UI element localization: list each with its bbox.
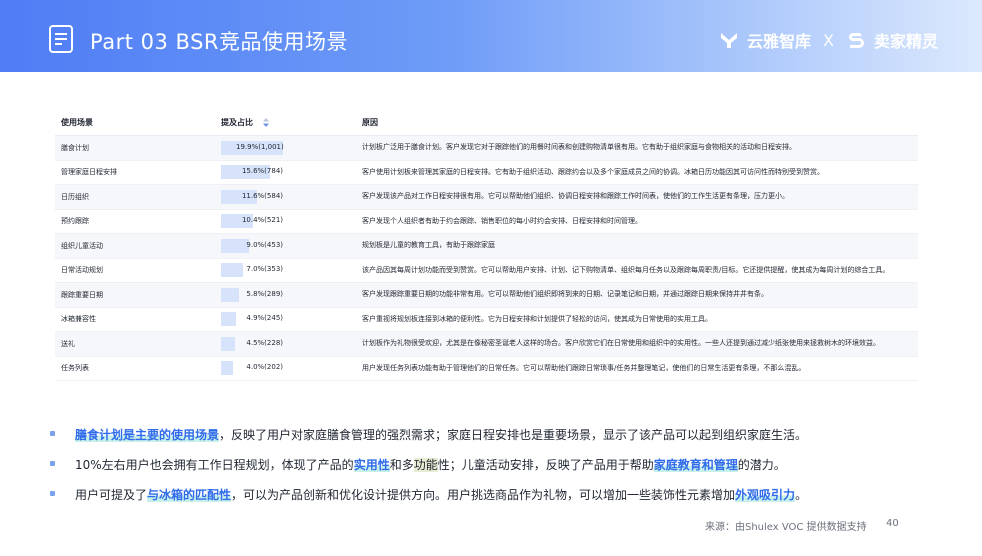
bullet-text: 用户可提及了: [75, 488, 148, 502]
share-value: 15.6%(784): [241, 167, 283, 176]
brand-sellersprite: 卖家精灵: [873, 32, 938, 51]
bullet-2: 10%左右用户也会拥有工作日程规划，体现了产品的实用性和多功能性；儿童活动安排，…: [50, 454, 930, 484]
col-header-reason: 原因: [362, 118, 378, 127]
cell-share: 15.6%(784): [216, 164, 358, 180]
brand-logos: 云雅智库 X 卖家精灵: [719, 28, 938, 52]
brand-yunya: 云雅智库: [747, 32, 812, 51]
cell-share: 4.9%(245): [216, 311, 358, 327]
share-value: 4.5%(228): [246, 338, 283, 347]
share-bar: [221, 361, 234, 376]
bullet-text: 的潜力。: [737, 458, 786, 472]
table-header: 使用场景 提及占比 原因: [55, 110, 918, 136]
highlight-text: 与冰箱的匹配性: [147, 488, 232, 502]
cell-scene: 送礼: [61, 339, 75, 348]
header-banner: Part 03 BSR竞品使用场景 云雅智库 X 卖家精灵: [0, 0, 982, 72]
bullet-text: 。: [795, 488, 808, 502]
cell-scene: 组织儿童活动: [61, 241, 103, 250]
cell-scene: 冰箱兼容性: [61, 315, 96, 324]
share-value: 5.8%(289): [246, 289, 283, 298]
cell-reason: 客户发现跟踪重要日期的功能非常有用。它可以帮助他们组织即将到来的日期、记录笔记和…: [362, 290, 768, 299]
cell-scene: 日历组织: [61, 192, 89, 201]
share-value: 9.0%(453): [246, 240, 283, 249]
cell-reason: 客户发现个人组织者有助于约会跟踪、销售职位的每小时约会安排、日程安排和时间管理。: [362, 216, 642, 225]
cell-scene: 跟踪重要日期: [61, 290, 103, 299]
bullet-text: 10%左右用户也会拥有工作日程规划，体现了产品的: [75, 458, 354, 472]
table-row: 预约跟踪 10.4%(521) 客户发现个人组织者有助于约会跟踪、销售职位的每小时约…: [55, 210, 918, 234]
cell-reason: 用户发现任务列表功能有助于管理他们的日常任务。它可以帮助他们跟踪日常琐事/任务并…: [362, 363, 806, 372]
table-row: 日历组织 11.6%(584) 客户发现该产品对工作日程安排很有用。它可以帮助他们组…: [55, 185, 918, 210]
table-body: 膳食计划 19.9%(1,001) 计划板广泛用于膳食计划。客户发现它对于跟踪他们的…: [55, 136, 918, 381]
page-title: Part 03 BSR竞品使用场景: [90, 30, 348, 54]
col-header-scene: 使用场景: [61, 118, 93, 127]
bullet-text: 和多: [389, 458, 414, 472]
summary-bullets: 膳食计划是主要的使用场景，反映了用户对家庭膳食管理的强烈需求；家庭日程安排也是重…: [50, 424, 930, 514]
usage-scenario-table: 使用场景 提及占比 原因 膳食计划 19.9%(1,001) 计划板广泛用于膳食计划…: [55, 110, 918, 381]
cell-share: 11.6%(584): [216, 189, 358, 205]
cell-share: 9.0%(453): [216, 238, 358, 254]
cell-scene: 管理家庭日程安排: [61, 168, 117, 177]
share-value: 11.6%(584): [241, 191, 283, 200]
bullet-text: ，可以为产品创新和优化设计提供方向。用户挑选商品作为礼物，可以增加一些装饰性元素…: [231, 488, 736, 502]
cell-scene: 日常活动规划: [61, 266, 103, 275]
bullet-dot: [50, 431, 55, 436]
cell-reason: 客户使用计划板来管理其家庭的日程安排。它有助于组织活动、跟踪约会以及多个家庭成员…: [362, 167, 824, 176]
cell-share: 4.0%(202): [216, 360, 358, 376]
table-row: 膳食计划 19.9%(1,001) 计划板广泛用于膳食计划。客户发现它对于跟踪他们的…: [55, 136, 918, 161]
data-source-note: 来源：由Shulex VOC 提供数据支持: [705, 522, 867, 533]
sellersprite-logo-icon: [848, 33, 864, 48]
highlight-text-plain: 功能: [413, 458, 438, 472]
highlight-text: 外观吸引力: [735, 488, 796, 502]
col-header-share-label: 提及占比: [221, 118, 253, 127]
table-row: 组织儿童活动 9.0%(453) 规划板是儿童的教育工具，有助于跟踪家庭: [55, 234, 918, 259]
share-bar: [221, 336, 236, 351]
table-row: 日常活动规划 7.0%(353) 该产品因其每周计划功能而受到赞赏。它可以帮助用户安…: [55, 259, 918, 283]
page-number: 40: [886, 518, 899, 529]
cell-scene: 预约跟踪: [61, 217, 89, 226]
sort-icon[interactable]: [263, 118, 269, 127]
bullet-3: 用户可提及了与冰箱的匹配性，可以为产品创新和优化设计提供方向。用户挑选商品作为礼…: [50, 484, 930, 514]
cell-share: 19.9%(1,001): [216, 140, 358, 156]
cell-scene: 任务列表: [61, 364, 89, 373]
bullet-text: ，反映了用户对家庭膳食管理的强烈需求；家庭日程安排也是重要场景，显示了该产品可以…: [219, 428, 808, 442]
bullet-1: 膳食计划是主要的使用场景，反映了用户对家庭膳食管理的强烈需求；家庭日程安排也是重…: [50, 424, 930, 454]
share-value: 10.4%(521): [241, 216, 283, 225]
cell-scene: 膳食计划: [61, 143, 89, 152]
cell-reason: 计划板作为礼物很受欢迎，尤其是在像秘密圣诞老人这样的场合。客户欣赏它们在日常使用…: [362, 339, 880, 348]
share-value: 19.9%(1,001): [236, 142, 284, 151]
cell-reason: 计划板广泛用于膳食计划。客户发现它对于跟踪他们的用餐时间表和创建购物清单很有用。…: [362, 143, 796, 152]
table-row: 任务列表 4.0%(202) 用户发现任务列表功能有助于管理他们的日常任务。它可以帮…: [55, 357, 918, 381]
cell-reason: 规划板是儿童的教育工具，有助于跟踪家庭: [362, 241, 495, 250]
table-row: 送礼 4.5%(228) 计划板作为礼物很受欢迎，尤其是在像秘密圣诞老人这样的场合。…: [55, 332, 918, 357]
highlight-text: 家庭教育和管理: [653, 458, 738, 472]
cell-reason: 客户发现该产品对工作日程安排很有用。它可以帮助他们组织、协调日程安排和跟踪工作时…: [362, 192, 789, 201]
brand-separator: X: [823, 30, 834, 50]
share-value: 4.9%(245): [246, 314, 283, 323]
cell-reason: 该产品因其每周计划功能而受到赞赏。它可以帮助用户安排、计划、记下购物清单、组织每…: [362, 265, 890, 274]
cell-share: 10.4%(521): [216, 213, 358, 229]
highlight-text: 膳食计划是主要的使用场景: [75, 428, 220, 442]
cell-share: 5.8%(289): [216, 287, 358, 303]
document-icon: [49, 25, 73, 53]
col-header-share[interactable]: 提及占比: [216, 117, 358, 128]
bullet-dot: [50, 491, 55, 496]
share-value: 7.0%(353): [246, 265, 283, 274]
cell-reason: 客户重视将规划板连接到冰箱的便利性。它为日程安排和计划提供了轻松的访问，使其成为…: [362, 314, 712, 323]
cell-share: 7.0%(353): [216, 262, 358, 278]
cell-share: 4.5%(228): [216, 336, 358, 352]
share-value: 4.0%(202): [246, 363, 283, 372]
highlight-text: 实用性: [353, 458, 390, 472]
table-row: 冰箱兼容性 4.9%(245) 客户重视将规划板连接到冰箱的便利性。它为日程安排和计…: [55, 308, 918, 332]
table-row: 管理家庭日程安排 15.6%(784) 客户使用计划板来管理其家庭的日程安排。它有助…: [55, 161, 918, 185]
share-bar: [221, 312, 237, 327]
bullet-text: 性；儿童活动安排，反映了产品用于帮助: [437, 458, 654, 472]
bullet-dot: [50, 461, 55, 466]
table-row: 跟踪重要日期 5.8%(289) 客户发现跟踪重要日期的功能非常有用。它可以帮助他们…: [55, 283, 918, 308]
yunya-logo-icon: [721, 33, 737, 48]
